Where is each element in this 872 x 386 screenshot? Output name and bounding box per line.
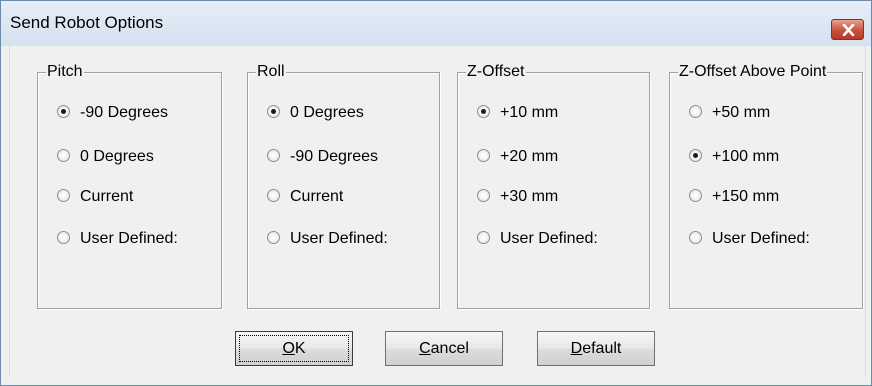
option-label: User Defined:	[80, 230, 178, 247]
option-label: -90 Degrees	[80, 104, 169, 121]
option-label: +30 mm	[500, 188, 559, 205]
radio-button[interactable]	[267, 189, 280, 202]
title-bar[interactable]: Send Robot Options	[1, 1, 871, 46]
default-button[interactable]: Default	[537, 331, 655, 366]
option-label: +150 mm	[712, 188, 780, 205]
option-label: User Defined:	[290, 230, 388, 247]
cancel-button[interactable]: Cancel	[385, 331, 503, 366]
option-label: 0 Degrees	[80, 148, 154, 165]
option-label: -90 Degrees	[290, 148, 379, 165]
roll-group-label: Roll	[256, 63, 286, 81]
radio-button[interactable]	[477, 105, 490, 118]
ok-button-label: OK	[282, 340, 306, 357]
cancel-button-label: Cancel	[419, 340, 469, 357]
roll-group: Roll 0 Degrees -90 Degrees Current User …	[247, 63, 440, 309]
option-label: +100 mm	[712, 148, 780, 165]
option-label: Current	[290, 188, 344, 205]
window-title: Send Robot Options	[10, 13, 164, 32]
send-robot-options-dialog: Send Robot Options Pitch -90 Degrees 0 D…	[0, 0, 872, 386]
ok-button[interactable]: OK	[235, 331, 353, 366]
radio-button[interactable]	[57, 231, 70, 244]
option-label: 0 Degrees	[290, 104, 364, 121]
radio-button[interactable]	[267, 105, 280, 118]
radio-button[interactable]	[57, 105, 70, 118]
option-label: Current	[80, 188, 134, 205]
radio-button[interactable]	[57, 149, 70, 162]
z-offset-group-label: Z-Offset	[466, 63, 526, 81]
radio-button[interactable]	[477, 189, 490, 202]
radio-button[interactable]	[477, 231, 490, 244]
radio-button[interactable]	[267, 231, 280, 244]
close-icon	[842, 24, 855, 36]
z-offset-group: Z-Offset +10 mm +20 mm +30 mm User Defin…	[457, 63, 650, 309]
radio-button[interactable]	[267, 149, 280, 162]
option-label: +10 mm	[500, 104, 559, 121]
z-offset-above-point-group-label: Z-Offset Above Point	[678, 63, 828, 81]
option-label: User Defined:	[712, 230, 810, 247]
option-label: +50 mm	[712, 104, 771, 121]
radio-button[interactable]	[689, 189, 702, 202]
option-label: User Defined:	[500, 230, 598, 247]
default-button-label: Default	[570, 340, 622, 357]
close-button[interactable]	[831, 19, 864, 40]
radio-button[interactable]	[689, 149, 702, 162]
radio-button[interactable]	[477, 149, 490, 162]
radio-button[interactable]	[689, 231, 702, 244]
option-label: +20 mm	[500, 148, 559, 165]
z-offset-above-point-group: Z-Offset Above Point +50 mm +100 mm +150…	[669, 63, 863, 309]
radio-button[interactable]	[57, 189, 70, 202]
pitch-group: Pitch -90 Degrees 0 Degrees Current User…	[37, 63, 222, 309]
pitch-group-label: Pitch	[46, 63, 84, 81]
radio-button[interactable]	[689, 105, 702, 118]
